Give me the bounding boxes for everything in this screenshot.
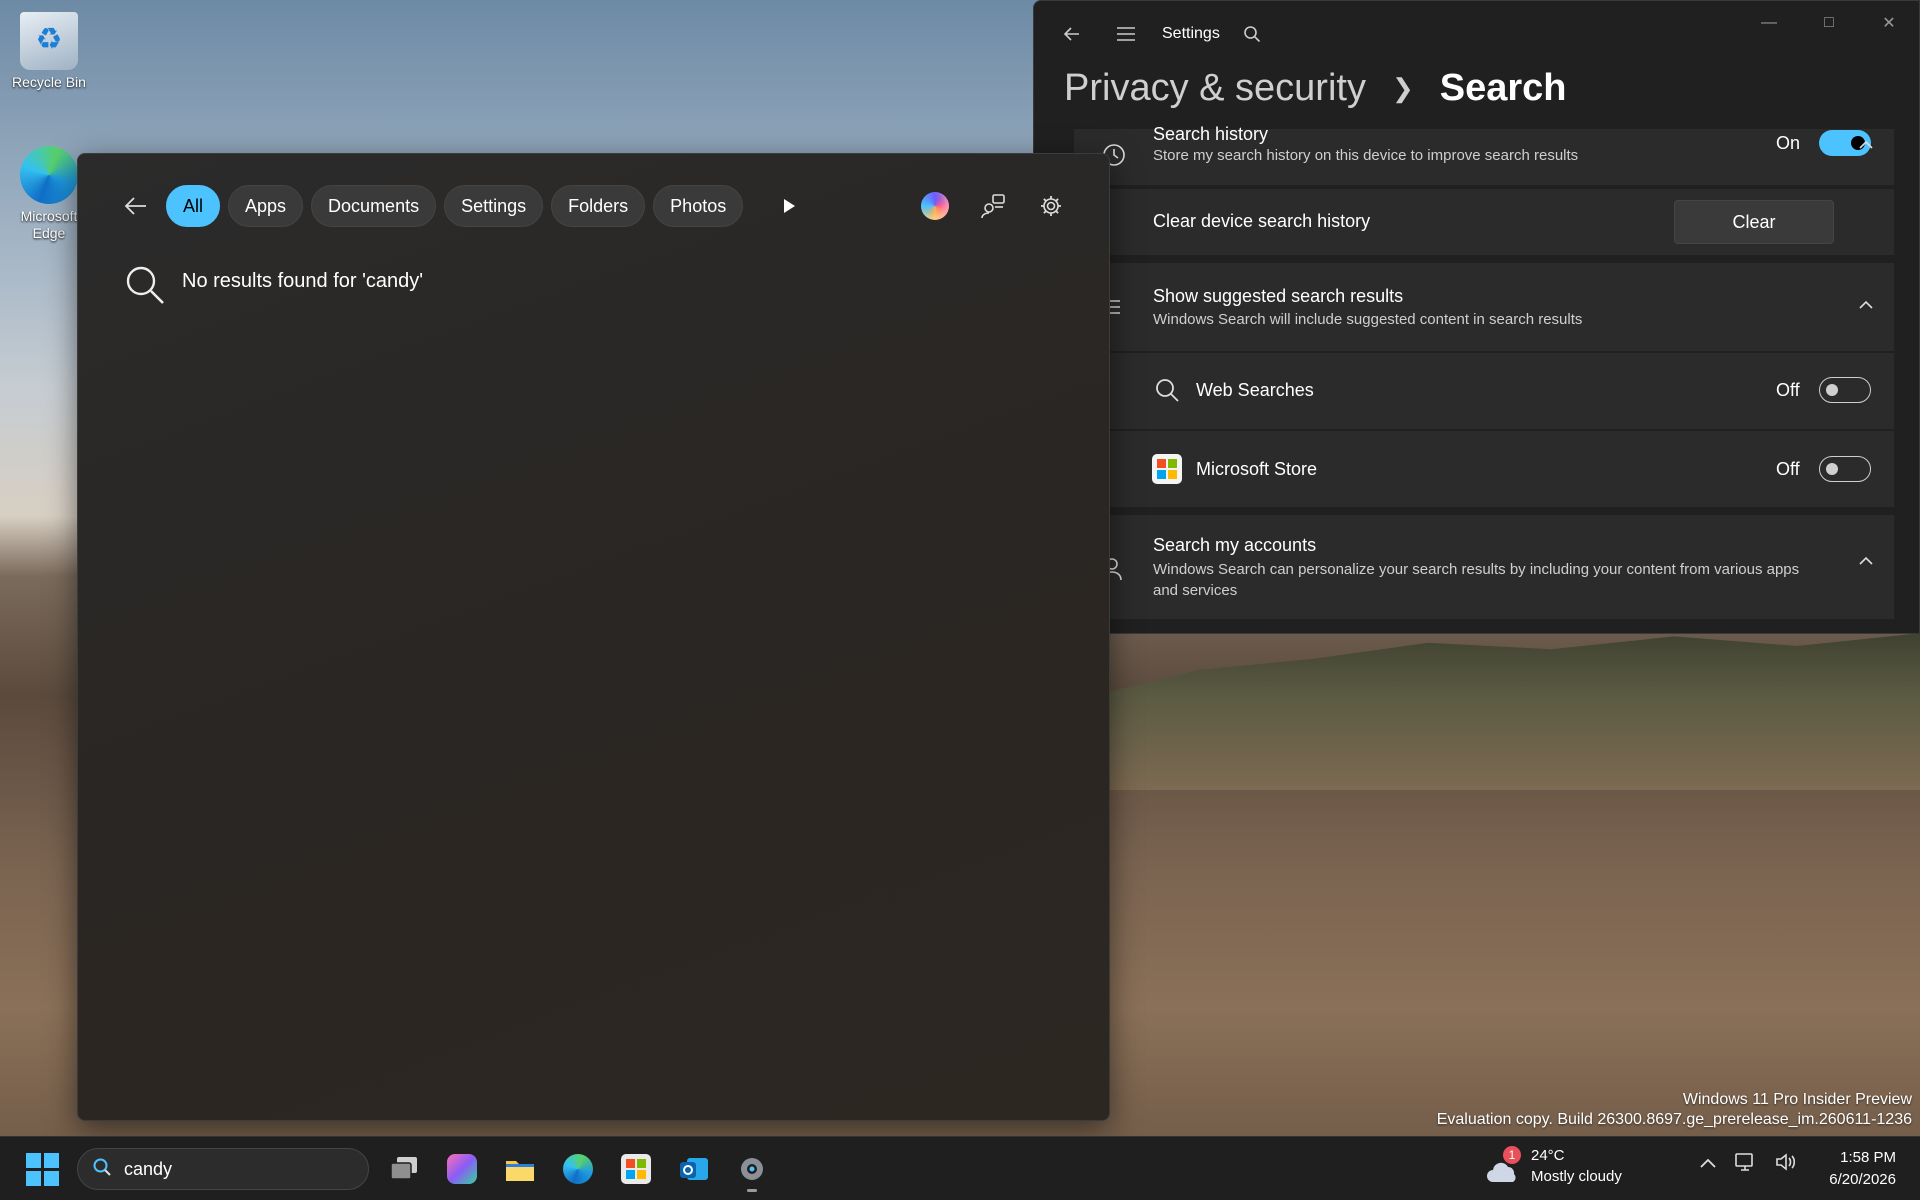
- search-accounts-subtitle: Windows Search can personalize your sear…: [1153, 561, 1800, 599]
- filter-settings[interactable]: Settings: [444, 185, 544, 227]
- more-filters-play-icon[interactable]: [771, 188, 807, 224]
- chevron-up-icon[interactable]: [1854, 133, 1878, 157]
- settings-gear-app-icon[interactable]: [730, 1145, 774, 1193]
- search-flyout: All Apps Documents Settings Folders Phot…: [77, 153, 1110, 1121]
- microsoft-365-copilot-icon[interactable]: [440, 1145, 484, 1193]
- web-searches-title: Web Searches: [1196, 380, 1314, 400]
- taskbar-search-box[interactable]: candy: [77, 1148, 369, 1190]
- network-icon[interactable]: [1734, 1151, 1756, 1178]
- filter-documents[interactable]: Documents: [311, 185, 437, 227]
- watermark-line-1: Windows 11 Pro Insider Preview: [1682, 1091, 1912, 1108]
- weather-temp: 24°C: [1531, 1147, 1565, 1164]
- chevron-up-icon[interactable]: [1700, 1156, 1716, 1174]
- search-history-subtitle: Store my search history on this device t…: [1153, 147, 1579, 164]
- edge-icon: [20, 146, 78, 204]
- microsoft-store-toggle[interactable]: [1819, 456, 1871, 482]
- cloud-weather-icon: 1: [1485, 1146, 1521, 1184]
- page-title: Search: [1439, 67, 1567, 109]
- no-results-text: No results found for 'candy': [182, 270, 424, 292]
- suggested-results-title: Show suggested search results: [1153, 286, 1404, 306]
- microsoft-store-icon[interactable]: [614, 1145, 658, 1193]
- search-history-card: Search history Store my search history o…: [1074, 124, 1894, 185]
- search-icon: [1151, 374, 1183, 406]
- close-button[interactable]: ✕: [1859, 1, 1919, 45]
- web-searches-state: Off: [1776, 380, 1800, 400]
- watermark-line-2: Evaluation copy. Build 26300.8697.ge_pre…: [1436, 1111, 1912, 1128]
- suggested-results-card[interactable]: Show suggested search results Windows Se…: [1074, 263, 1894, 351]
- file-explorer-icon[interactable]: [498, 1145, 542, 1193]
- desktop-icon-label: Recycle Bin: [12, 74, 86, 90]
- web-searches-toggle[interactable]: [1819, 377, 1871, 403]
- search-accounts-card[interactable]: Search my accounts Windows Search can pe…: [1074, 515, 1894, 619]
- flyout-right-actions: [917, 184, 1069, 228]
- weather-widget[interactable]: 1 24°C Mostly cloudy: [1485, 1145, 1622, 1187]
- filter-all[interactable]: All: [166, 185, 221, 227]
- chevron-right-icon: ❯: [1391, 73, 1414, 103]
- search-history-state: On: [1776, 133, 1801, 153]
- breadcrumb: Privacy & security ❯ Search: [1064, 67, 1567, 110]
- web-searches-row: Web Searches Off: [1074, 353, 1894, 429]
- breadcrumb-parent[interactable]: Privacy & security: [1064, 67, 1366, 110]
- microsoft-store-state: Off: [1776, 459, 1800, 479]
- filter-folders[interactable]: Folders: [551, 185, 646, 227]
- account-connect-icon[interactable]: [975, 188, 1011, 224]
- desktop-icon-recycle-bin[interactable]: Recycle Bin: [4, 12, 94, 91]
- minimize-button[interactable]: —: [1739, 1, 1799, 45]
- clock-time: 1:58 PM: [1840, 1149, 1896, 1166]
- clear-history-card: Clear device search history Clear: [1074, 189, 1894, 255]
- task-view-icon[interactable]: [382, 1145, 426, 1193]
- running-indicator: [747, 1189, 757, 1192]
- os-watermark: Windows 11 Pro Insider Preview Evaluatio…: [1437, 1090, 1912, 1130]
- settings-window-title: Settings: [1162, 25, 1220, 42]
- search-icon[interactable]: [1234, 16, 1270, 52]
- search-history-title: Search history: [1153, 124, 1269, 144]
- search-icon: [124, 264, 166, 311]
- gear-icon[interactable]: [1033, 188, 1069, 224]
- search-icon: [92, 1157, 112, 1182]
- taskbar-search-query: candy: [124, 1158, 173, 1179]
- edge-browser-icon[interactable]: [556, 1145, 600, 1193]
- start-windows-icon[interactable]: [24, 1151, 60, 1187]
- clear-history-title: Clear device search history: [1153, 211, 1371, 231]
- chevron-up-icon[interactable]: [1854, 549, 1878, 573]
- back-arrow-icon[interactable]: [1054, 16, 1090, 52]
- weather-alert-badge: 1: [1503, 1146, 1521, 1164]
- settings-titlebar: Settings — □ ✕: [1034, 1, 1919, 67]
- clock-date: 6/20/2026: [1829, 1171, 1896, 1188]
- maximize-button[interactable]: □: [1799, 1, 1859, 45]
- taskbar-clock[interactable]: 1:58 PM 6/20/2026: [1829, 1147, 1896, 1191]
- back-arrow-icon[interactable]: [118, 188, 154, 224]
- outlook-icon[interactable]: [672, 1145, 716, 1193]
- weather-text: 24°C Mostly cloudy: [1531, 1145, 1622, 1187]
- window-controls: — □ ✕: [1739, 1, 1919, 45]
- chevron-up-icon[interactable]: [1854, 293, 1878, 317]
- weather-condition: Mostly cloudy: [1531, 1168, 1622, 1185]
- filter-photos[interactable]: Photos: [653, 185, 744, 227]
- copilot-orb-icon[interactable]: [917, 188, 953, 224]
- clear-button[interactable]: Clear: [1674, 200, 1834, 244]
- wallpaper-dunes: [1100, 633, 1920, 790]
- system-tray: [1700, 1151, 1796, 1178]
- microsoft-store-row: Microsoft Store Off: [1074, 431, 1894, 507]
- settings-window: Settings — □ ✕ Privacy & security ❯ Sear…: [1033, 0, 1920, 634]
- recycle-bin-icon: [20, 12, 78, 70]
- microsoft-store-icon: [1151, 453, 1183, 485]
- search-accounts-title: Search my accounts: [1153, 535, 1317, 555]
- filter-apps[interactable]: Apps: [228, 185, 304, 227]
- taskbar: candy 1 24°C Mostly cloudy 1:58 PM 6/20/…: [0, 1136, 1920, 1200]
- microsoft-store-title: Microsoft Store: [1196, 459, 1318, 479]
- hamburger-menu-icon[interactable]: [1108, 16, 1144, 52]
- taskbar-apps: [382, 1145, 774, 1193]
- volume-icon[interactable]: [1774, 1151, 1796, 1178]
- search-filter-bar: All Apps Documents Settings Folders Phot…: [118, 184, 1069, 228]
- no-results-message: No results found for 'candy': [124, 264, 423, 311]
- suggested-results-subtitle: Windows Search will include suggested co…: [1153, 311, 1583, 328]
